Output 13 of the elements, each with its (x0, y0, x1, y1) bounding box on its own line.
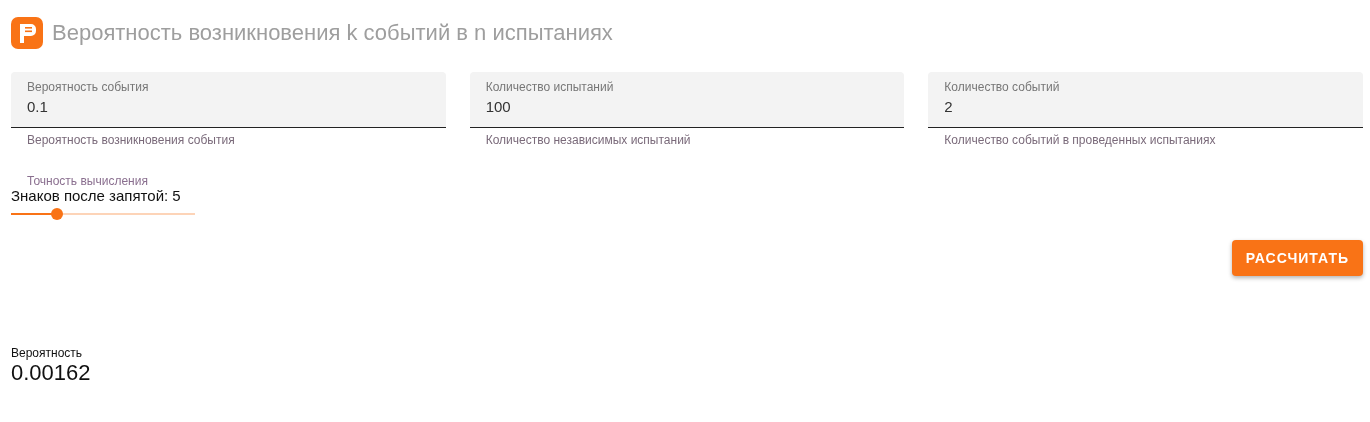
helper-text: Количество независимых испытаний (484, 132, 692, 147)
input-field[interactable]: Количество испытаний 100 (469, 72, 905, 128)
input-field[interactable]: Вероятность события 0.1 (11, 72, 446, 128)
logo-icon (11, 17, 43, 49)
slider-thumb[interactable] (51, 208, 63, 220)
result-label: Вероятность (11, 346, 84, 360)
helper-text: Количество событий в проведенных испытаниях (943, 132, 1217, 147)
result-value: 0.00162 (11, 360, 92, 386)
slider-caption: Точность вычисления (26, 175, 149, 187)
page-title: Вероятность возникновения k событий в n испытаниях (52, 20, 613, 46)
helper-text: Вероятность возникновения события (26, 132, 236, 147)
input-field[interactable]: Количество событий 2 (928, 72, 1363, 128)
slider-label: Знаков после запятой: 5 (11, 187, 182, 205)
